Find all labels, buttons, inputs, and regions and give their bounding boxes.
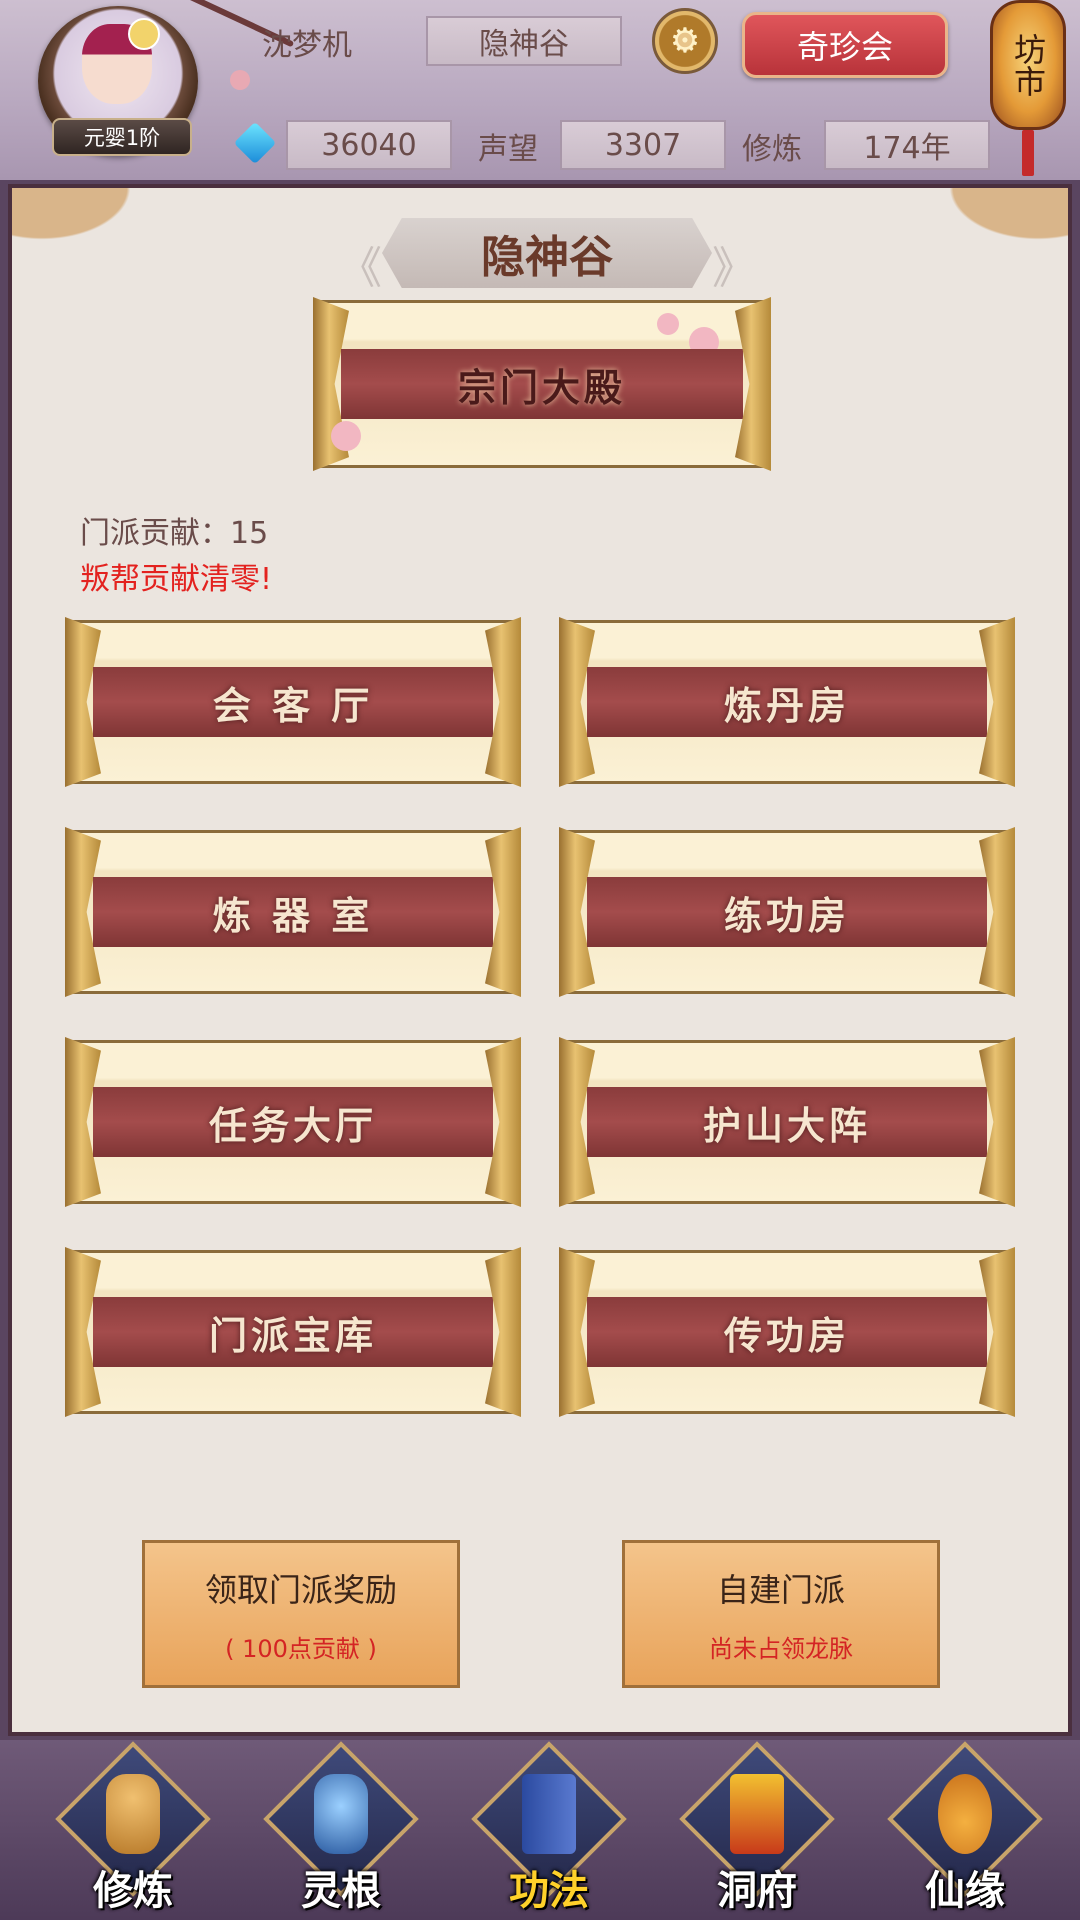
- nav-item-cultivation[interactable]: 修炼: [55, 1741, 211, 1914]
- building-button-mountain-array[interactable]: 护山大阵: [560, 1040, 1014, 1204]
- reputation-value: 3307: [560, 120, 726, 170]
- lantern-tassel-decoration: [1022, 130, 1034, 176]
- claim-reward-cost: ( 100点贡献 ): [225, 1634, 377, 1663]
- blossom-decoration: [657, 313, 679, 335]
- building-button-sect-treasury[interactable]: 门派宝库: [66, 1250, 520, 1414]
- rank-badge: 元婴1阶: [52, 118, 192, 156]
- create-sect-label: 自建门派: [716, 1570, 845, 1609]
- building-label: 炼丹房: [587, 667, 987, 737]
- gourd-icon: [938, 1774, 992, 1854]
- nav-item-cave-abode[interactable]: 洞府: [679, 1741, 835, 1914]
- cultivation-value: 174年: [824, 120, 990, 170]
- blossom-decoration: [331, 421, 361, 451]
- panel-title: 隐神谷: [382, 218, 712, 288]
- main-hall-button[interactable]: 宗门大殿: [314, 300, 770, 468]
- nav-label: 功法: [509, 1868, 589, 1914]
- building-button-reception-hall[interactable]: 会 客 厅: [66, 620, 520, 784]
- monk-icon: [106, 1774, 160, 1854]
- reputation-label: 声望: [478, 132, 538, 167]
- claim-sect-reward-button[interactable]: 领取门派奖励 ( 100点贡献 ): [142, 1540, 460, 1688]
- top-bar: 元婴1阶 沈梦机 隐神谷 ⚙ 奇珍会 坊市 36040 声望 3307 修炼 1…: [0, 0, 1080, 180]
- building-label: 护山大阵: [587, 1087, 987, 1157]
- nav-item-destiny[interactable]: 仙缘: [887, 1741, 1043, 1914]
- nav-label: 灵根: [301, 1868, 381, 1914]
- nav-label: 洞府: [717, 1868, 797, 1914]
- building-label: 任务大厅: [93, 1087, 493, 1157]
- building-button-forge-room[interactable]: 炼 器 室: [66, 830, 520, 994]
- nav-label: 仙缘: [925, 1868, 1005, 1914]
- building-label: 练功房: [587, 877, 987, 947]
- building-label: 炼 器 室: [93, 877, 493, 947]
- building-label: 门派宝库: [93, 1297, 493, 1367]
- player-name: 沈梦机: [262, 28, 352, 63]
- market-lantern-icon[interactable]: 坊市: [990, 0, 1066, 130]
- cloud-corner-decoration: [12, 188, 162, 258]
- sword-icon: [314, 1774, 368, 1854]
- building-button-alchemy-room[interactable]: 炼丹房: [560, 620, 1014, 784]
- nav-label: 修炼: [93, 1868, 173, 1914]
- building-button-mission-hall[interactable]: 任务大厅: [66, 1040, 520, 1204]
- building-button-training-room[interactable]: 练功房: [560, 830, 1014, 994]
- main-hall-label: 宗门大殿: [341, 349, 743, 419]
- book-icon: [522, 1774, 576, 1854]
- building-label: 传功房: [587, 1297, 987, 1367]
- hairpin-flower-icon: [128, 18, 160, 50]
- bottom-navigation: 修炼 灵根 功法 洞府 仙缘: [0, 1740, 1080, 1920]
- defection-warning: 叛帮贡献清零!: [80, 562, 273, 597]
- pagoda-icon: [730, 1774, 784, 1854]
- cultivation-label: 修炼: [742, 132, 802, 167]
- plum-blossom-decoration: [230, 70, 250, 90]
- sect-panel: 《 隐神谷 》 宗门大殿 门派贡献：15 叛帮贡献清零! 会 客 厅 炼丹房 炼…: [8, 184, 1072, 1736]
- chevron-left-icon: 《: [338, 243, 382, 294]
- sect-contribution: 门派贡献：15: [80, 516, 269, 551]
- nav-item-techniques[interactable]: 功法: [471, 1741, 627, 1914]
- nav-item-spirit-root[interactable]: 灵根: [263, 1741, 419, 1914]
- cloud-corner-decoration: [918, 188, 1068, 258]
- spirit-gem-icon: [233, 121, 277, 165]
- create-sect-status: 尚未占领龙脉: [709, 1634, 853, 1663]
- settings-gear-icon[interactable]: ⚙: [652, 8, 718, 74]
- building-label: 会 客 厅: [93, 667, 493, 737]
- gem-count: 36040: [286, 120, 452, 170]
- building-button-teaching-room[interactable]: 传功房: [560, 1250, 1014, 1414]
- chevron-right-icon: 》: [712, 243, 756, 294]
- treasure-fair-button[interactable]: 奇珍会: [742, 12, 948, 78]
- claim-reward-label: 领取门派奖励: [204, 1570, 397, 1609]
- location-label: 隐神谷: [426, 16, 622, 66]
- create-sect-button[interactable]: 自建门派 尚未占领龙脉: [622, 1540, 940, 1688]
